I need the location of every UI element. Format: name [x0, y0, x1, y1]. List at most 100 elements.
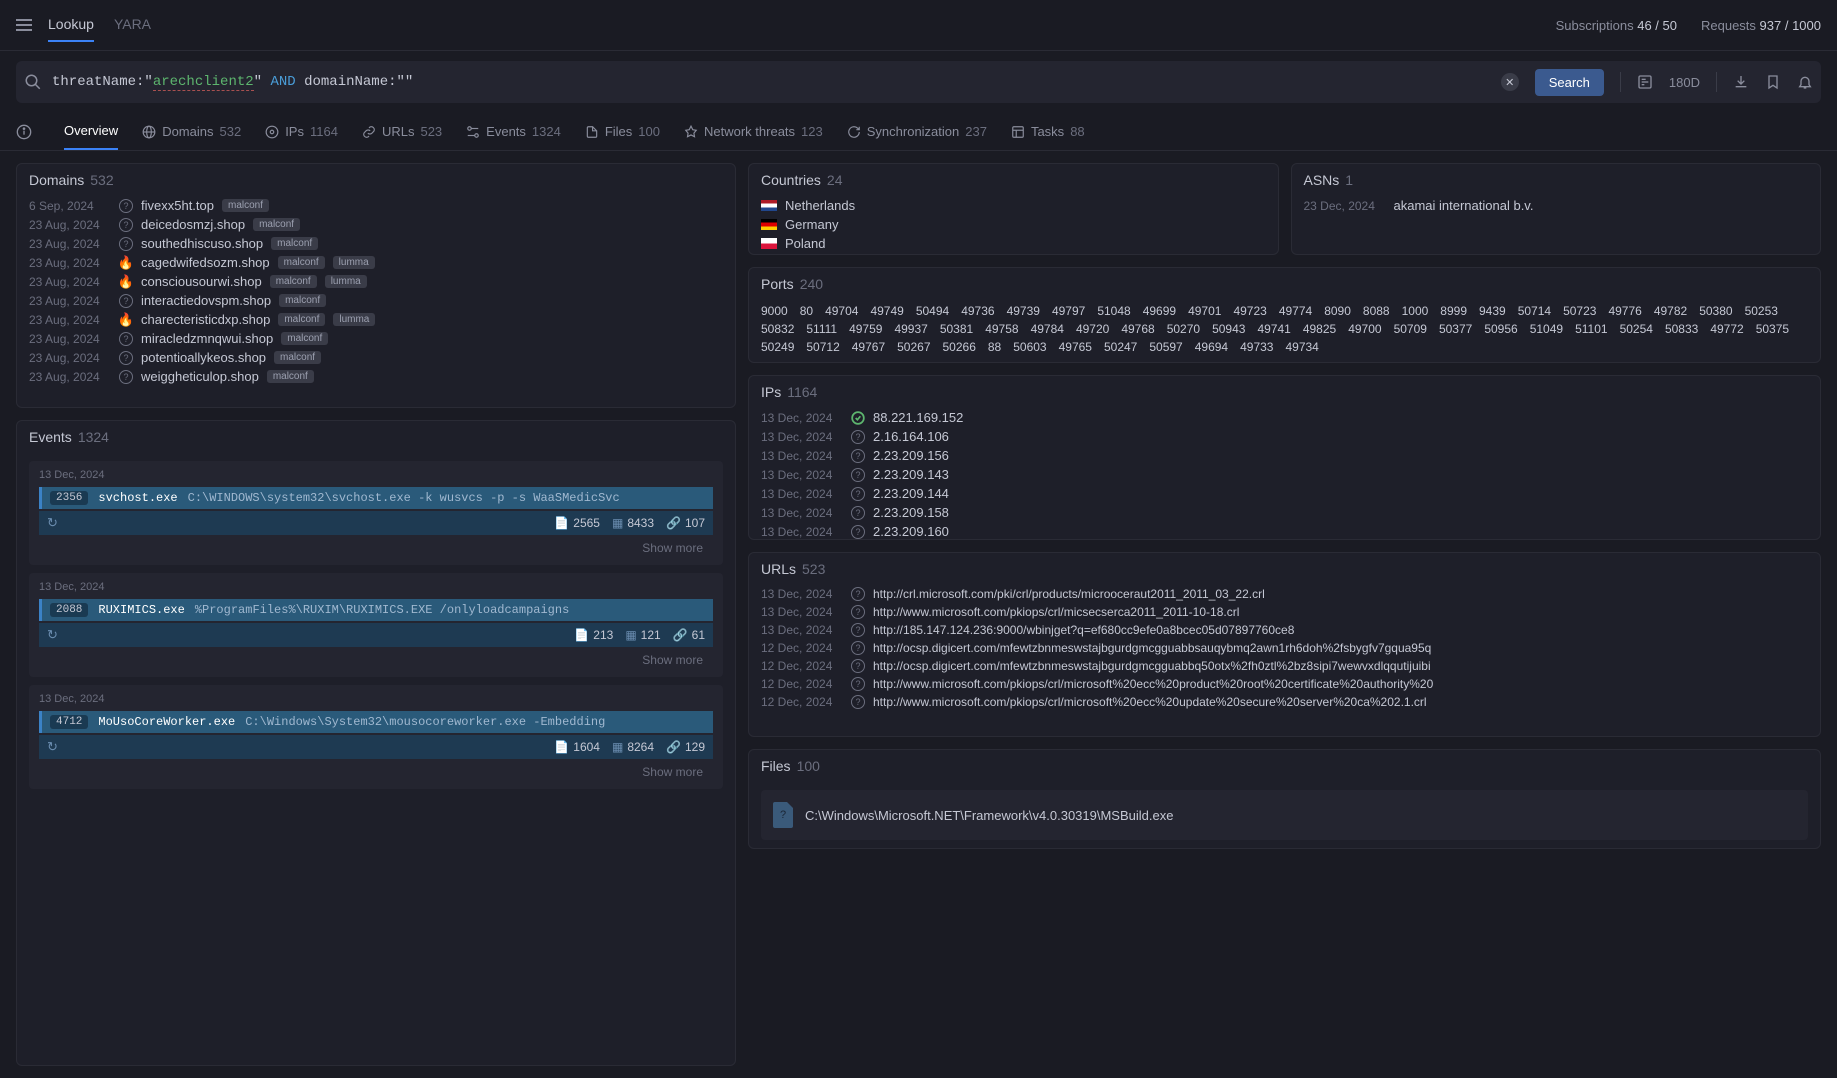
ip-row[interactable]: 13 Dec, 2024?2.16.164.106 — [749, 427, 1820, 446]
expand-icon[interactable]: ↻ — [47, 515, 58, 531]
ip-row[interactable]: 13 Dec, 2024?2.23.209.143 — [749, 465, 1820, 484]
search-bar[interactable]: threatName:"arechclient2" AND domainName… — [16, 61, 1821, 103]
url-row[interactable]: 13 Dec, 2024?http://crl.microsoft.com/pk… — [749, 585, 1820, 603]
port-item[interactable]: 50266 — [943, 340, 976, 354]
domain-row[interactable]: 23 Aug, 2024?miracledzmnqwui.shopmalconf — [17, 329, 735, 348]
domain-row[interactable]: 23 Aug, 2024?potentioallykeos.shopmalcon… — [17, 348, 735, 367]
tab-ips[interactable]: IPs1164 — [265, 114, 338, 149]
port-item[interactable]: 49768 — [1121, 322, 1154, 336]
port-item[interactable]: 50249 — [761, 340, 794, 354]
code-icon[interactable] — [1637, 74, 1653, 90]
menu-icon[interactable] — [16, 17, 32, 33]
port-item[interactable]: 49772 — [1710, 322, 1743, 336]
tab-sync[interactable]: Synchronization237 — [847, 114, 987, 149]
expand-icon[interactable]: ↻ — [47, 739, 58, 755]
tab-network[interactable]: Network threats123 — [684, 114, 823, 149]
port-item[interactable]: 50247 — [1104, 340, 1137, 354]
port-item[interactable]: 50597 — [1149, 340, 1182, 354]
port-item[interactable]: 50270 — [1167, 322, 1200, 336]
port-item[interactable]: 49782 — [1654, 304, 1687, 318]
show-more-button[interactable]: Show more — [39, 647, 713, 669]
port-item[interactable]: 50380 — [1699, 304, 1732, 318]
port-item[interactable]: 50381 — [940, 322, 973, 336]
country-row[interactable]: Germany — [749, 215, 1278, 234]
port-item[interactable]: 50723 — [1563, 304, 1596, 318]
port-item[interactable]: 49759 — [849, 322, 882, 336]
port-item[interactable]: 50377 — [1439, 322, 1472, 336]
event-card[interactable]: 13 Dec, 2024 4712 MoUsoCoreWorker.exe C:… — [29, 685, 723, 789]
port-item[interactable]: 49700 — [1348, 322, 1381, 336]
port-item[interactable]: 51101 — [1575, 322, 1607, 336]
url-row[interactable]: 12 Dec, 2024?http://www.microsoft.com/pk… — [749, 693, 1820, 711]
port-item[interactable]: 9439 — [1479, 304, 1506, 318]
port-item[interactable]: 50956 — [1484, 322, 1517, 336]
port-item[interactable]: 8090 — [1324, 304, 1351, 318]
port-item[interactable]: 49758 — [985, 322, 1018, 336]
port-item[interactable]: 49704 — [825, 304, 858, 318]
port-item[interactable]: 49776 — [1608, 304, 1641, 318]
port-item[interactable]: 50833 — [1665, 322, 1698, 336]
domain-row[interactable]: 23 Aug, 2024?weiggheticulop.shopmalconf — [17, 367, 735, 386]
port-item[interactable]: 49774 — [1279, 304, 1312, 318]
port-item[interactable]: 1000 — [1402, 304, 1429, 318]
bookmark-icon[interactable] — [1765, 74, 1781, 90]
url-row[interactable]: 13 Dec, 2024?http://www.microsoft.com/pk… — [749, 603, 1820, 621]
download-icon[interactable] — [1733, 74, 1749, 90]
port-item[interactable]: 50709 — [1394, 322, 1427, 336]
port-item[interactable]: 49701 — [1188, 304, 1221, 318]
port-item[interactable]: 49734 — [1285, 340, 1318, 354]
show-more-button[interactable]: Show more — [39, 759, 713, 781]
nav-yara[interactable]: YARA — [114, 8, 151, 42]
port-item[interactable]: 50603 — [1013, 340, 1046, 354]
event-card[interactable]: 13 Dec, 2024 2088 RUXIMICS.exe %ProgramF… — [29, 573, 723, 677]
port-item[interactable]: 49825 — [1303, 322, 1336, 336]
port-item[interactable]: 50714 — [1518, 304, 1551, 318]
ip-row[interactable]: 13 Dec, 2024?2.23.209.160 — [749, 522, 1820, 539]
port-item[interactable]: 50712 — [806, 340, 839, 354]
port-item[interactable]: 88 — [988, 340, 1001, 354]
url-row[interactable]: 12 Dec, 2024?http://ocsp.digicert.com/mf… — [749, 657, 1820, 675]
port-item[interactable]: 49720 — [1076, 322, 1109, 336]
port-item[interactable]: 50267 — [897, 340, 930, 354]
country-row[interactable]: Poland — [749, 234, 1278, 253]
port-item[interactable]: 8088 — [1363, 304, 1390, 318]
event-card[interactable]: 13 Dec, 2024 2356 svchost.exe C:\WINDOWS… — [29, 461, 723, 565]
port-item[interactable]: 51049 — [1530, 322, 1563, 336]
tab-tasks[interactable]: Tasks88 — [1011, 114, 1085, 149]
port-item[interactable]: 80 — [800, 304, 813, 318]
url-row[interactable]: 12 Dec, 2024?http://ocsp.digicert.com/mf… — [749, 639, 1820, 657]
info-icon[interactable] — [16, 124, 32, 140]
port-item[interactable]: 49741 — [1257, 322, 1290, 336]
port-item[interactable]: 49749 — [870, 304, 903, 318]
port-item[interactable]: 49767 — [852, 340, 885, 354]
domain-row[interactable]: 23 Aug, 2024?southedhiscuso.shopmalconf — [17, 234, 735, 253]
port-item[interactable]: 51048 — [1097, 304, 1130, 318]
port-item[interactable]: 49784 — [1031, 322, 1064, 336]
port-item[interactable]: 50832 — [761, 322, 794, 336]
port-item[interactable]: 50943 — [1212, 322, 1245, 336]
port-item[interactable]: 49723 — [1233, 304, 1266, 318]
port-item[interactable]: 8999 — [1440, 304, 1467, 318]
country-row[interactable]: Netherlands — [749, 196, 1278, 215]
domain-row[interactable]: 23 Aug, 2024?deicedosmzj.shopmalconf — [17, 215, 735, 234]
port-item[interactable]: 49699 — [1143, 304, 1176, 318]
port-item[interactable]: 49733 — [1240, 340, 1273, 354]
clear-icon[interactable]: ✕ — [1501, 73, 1519, 91]
ip-row[interactable]: 13 Dec, 202488.221.169.152 — [749, 408, 1820, 427]
domain-row[interactable]: 23 Aug, 2024🔥cagedwifedsozm.shopmalconf … — [17, 253, 735, 272]
port-item[interactable]: 49797 — [1052, 304, 1085, 318]
bell-icon[interactable] — [1797, 74, 1813, 90]
expand-icon[interactable]: ↻ — [47, 627, 58, 643]
port-item[interactable]: 50375 — [1756, 322, 1789, 336]
file-row[interactable]: ? C:\Windows\Microsoft.NET\Framework\v4.… — [761, 790, 1808, 840]
domain-row[interactable]: 6 Sep, 2024?fivexx5ht.topmalconf — [17, 196, 735, 215]
show-more-button[interactable]: Show more — [39, 535, 713, 557]
port-item[interactable]: 50253 — [1745, 304, 1778, 318]
nav-lookup[interactable]: Lookup — [48, 8, 94, 42]
ip-row[interactable]: 13 Dec, 2024?2.23.209.156 — [749, 446, 1820, 465]
port-item[interactable]: 9000 — [761, 304, 788, 318]
url-row[interactable]: 13 Dec, 2024?http://185.147.124.236:9000… — [749, 621, 1820, 639]
port-item[interactable]: 49694 — [1195, 340, 1228, 354]
port-item[interactable]: 49736 — [961, 304, 994, 318]
port-item[interactable]: 49937 — [894, 322, 927, 336]
